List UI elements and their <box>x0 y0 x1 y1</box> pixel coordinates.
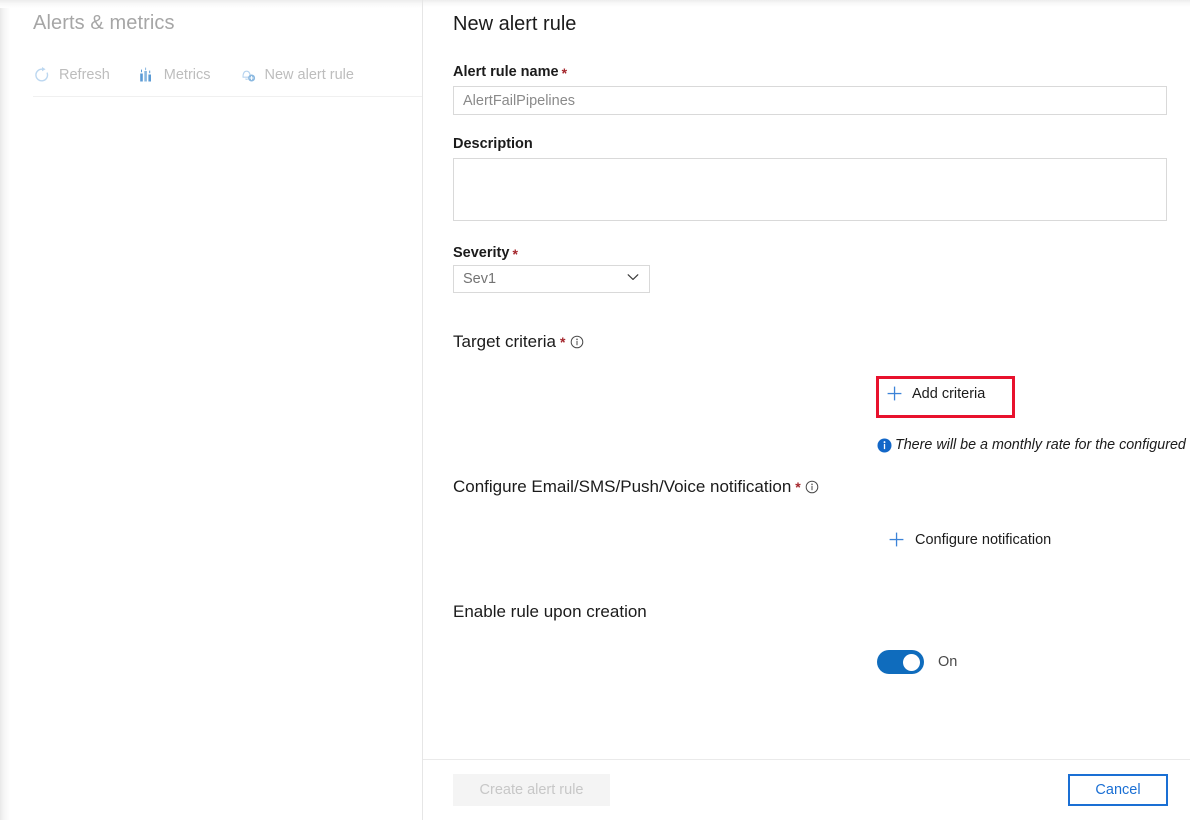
add-criteria-label: Add criteria <box>912 386 985 402</box>
required-asterisk: * <box>795 480 800 494</box>
severity-selected-value: Sev1 <box>463 271 625 287</box>
enable-rule-label: Enable rule upon creation <box>453 602 647 622</box>
add-criteria-highlight-region: Add criteria <box>876 376 1015 418</box>
description-label: Description <box>453 136 533 152</box>
severity-label-text: Severity <box>453 245 509 261</box>
info-circle-icon[interactable] <box>805 480 820 495</box>
configure-notification-button[interactable]: Configure notification <box>888 531 1051 548</box>
alert-rule-name-label: Alert rule name * <box>453 64 567 80</box>
toolbar-label-refresh: Refresh <box>59 67 110 83</box>
info-filled-icon <box>877 438 892 453</box>
required-asterisk: * <box>562 66 567 80</box>
plus-icon <box>888 531 905 548</box>
pricing-notice-text: There will be a monthly rate for the con… <box>895 437 1190 453</box>
toolbar-label-new-alert-rule: New alert rule <box>265 67 354 83</box>
description-label-text: Description <box>453 136 533 152</box>
toolbar-item-metrics[interactable]: Metrics <box>138 62 225 88</box>
bell-add-icon <box>239 66 257 84</box>
panel-title: Alerts & metrics <box>33 12 175 35</box>
alert-rule-name-input[interactable] <box>453 86 1167 115</box>
toolbar-item-new-alert-rule[interactable]: New alert rule <box>239 62 368 88</box>
add-criteria-button[interactable]: Add criteria <box>886 385 985 402</box>
blade-footer: Create alert rule Cancel <box>423 759 1190 820</box>
notification-label: Configure Email/SMS/Push/Voice notificat… <box>453 477 822 497</box>
blade-form-area: New alert rule Alert rule name * Descrip… <box>423 0 1190 759</box>
target-criteria-label: Target criteria * <box>453 332 586 352</box>
notification-label-text: Configure Email/SMS/Push/Voice notificat… <box>453 477 791 497</box>
alerts-metrics-panel: Alerts & metrics Refresh <box>0 0 423 820</box>
toggle-knob <box>903 654 920 671</box>
blade-title: New alert rule <box>453 13 576 36</box>
alert-rule-page: Alerts & metrics Refresh <box>0 0 1190 820</box>
target-criteria-label-text: Target criteria <box>453 332 556 352</box>
panel-toolbar: Refresh Metrics <box>33 62 382 88</box>
info-circle-icon[interactable] <box>569 335 584 350</box>
enable-rule-toggle-row: On <box>877 650 957 674</box>
description-textarea[interactable] <box>453 158 1167 221</box>
toolbar-label-metrics: Metrics <box>164 67 211 83</box>
plus-icon <box>886 385 903 402</box>
new-alert-rule-blade: New alert rule Alert rule name * Descrip… <box>423 0 1190 820</box>
required-asterisk: * <box>512 247 517 261</box>
panel-top-edge-shadow <box>0 0 422 8</box>
panel-left-edge-shadow <box>0 0 10 820</box>
severity-dropdown[interactable]: Sev1 <box>453 265 650 293</box>
refresh-icon <box>33 66 51 84</box>
cancel-button[interactable]: Cancel <box>1068 774 1168 806</box>
alert-rule-name-label-text: Alert rule name <box>453 64 559 80</box>
enable-rule-toggle-state: On <box>938 654 957 670</box>
metrics-bar-chart-icon <box>138 66 156 84</box>
toolbar-item-refresh[interactable]: Refresh <box>33 62 124 88</box>
enable-rule-toggle[interactable] <box>877 650 924 674</box>
severity-label: Severity * <box>453 245 518 261</box>
create-alert-rule-button[interactable]: Create alert rule <box>453 774 610 806</box>
toolbar-divider <box>33 96 422 97</box>
chevron-down-icon <box>625 269 641 290</box>
configure-notification-label: Configure notification <box>915 532 1051 548</box>
pricing-notice: There will be a monthly rate for the con… <box>877 437 1190 453</box>
required-asterisk: * <box>560 335 565 349</box>
